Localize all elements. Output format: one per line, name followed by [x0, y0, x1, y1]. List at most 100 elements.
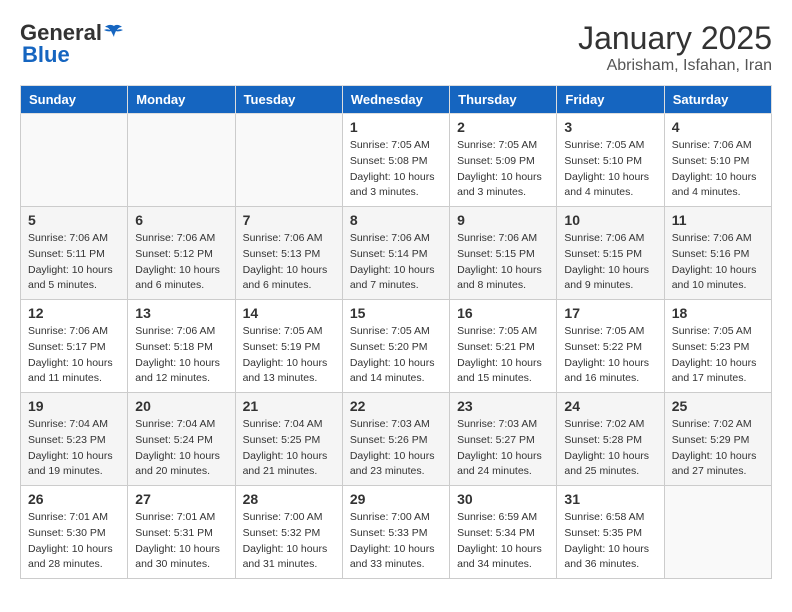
- day-info: Sunrise: 7:06 AMSunset: 5:13 PMDaylight:…: [243, 231, 335, 294]
- calendar-cell: 28Sunrise: 7:00 AMSunset: 5:32 PMDayligh…: [235, 486, 342, 579]
- day-number: 9: [457, 212, 549, 228]
- calendar-cell: 5 Sunrise: 7:06 AMSunset: 5:11 PMDaylight…: [21, 207, 128, 300]
- calendar-cell: 31 Sunrise: 6:58 AMSunset: 5:35 PMDayligh…: [557, 486, 664, 579]
- weekday-header-sunday: Sunday: [21, 86, 128, 114]
- day-number: 30: [457, 491, 549, 507]
- calendar-cell: [128, 114, 235, 207]
- day-info: Sunrise: 7:02 AMSunset: 5:29 PMDaylight:…: [672, 417, 764, 480]
- day-number: 29: [350, 491, 442, 507]
- logo: General Blue: [20, 20, 124, 68]
- day-number: 14: [243, 305, 335, 321]
- day-number: 25: [672, 398, 764, 414]
- day-info: Sunrise: 7:06 AMSunset: 5:18 PMDaylight:…: [135, 324, 227, 387]
- day-info: Sunrise: 7:04 AMSunset: 5:23 PMDaylight:…: [28, 417, 120, 480]
- calendar-cell: 18 Sunrise: 7:05 AMSunset: 5:23 PMDayligh…: [664, 300, 771, 393]
- day-number: 23: [457, 398, 549, 414]
- logo-bird-icon: [104, 24, 124, 42]
- day-info: Sunrise: 7:05 AMSunset: 5:19 PMDaylight:…: [243, 324, 335, 387]
- day-info: Sunrise: 6:59 AMSunset: 5:34 PMDaylight:…: [457, 510, 549, 573]
- calendar-cell: 6 Sunrise: 7:06 AMSunset: 5:12 PMDaylight…: [128, 207, 235, 300]
- logo-blue: Blue: [22, 42, 70, 68]
- day-info: Sunrise: 7:06 AMSunset: 5:17 PMDaylight:…: [28, 324, 120, 387]
- calendar-cell: 12 Sunrise: 7:06 AMSunset: 5:17 PMDayligh…: [21, 300, 128, 393]
- day-info: Sunrise: 7:03 AMSunset: 5:26 PMDaylight:…: [350, 417, 442, 480]
- calendar-cell: 9 Sunrise: 7:06 AMSunset: 5:15 PMDaylight…: [450, 207, 557, 300]
- calendar-subtitle: Abrisham, Isfahan, Iran: [578, 57, 772, 75]
- day-info: Sunrise: 7:06 AMSunset: 5:14 PMDaylight:…: [350, 231, 442, 294]
- calendar-title: January 2025: [578, 20, 772, 57]
- calendar-cell: 15 Sunrise: 7:05 AMSunset: 5:20 PMDayligh…: [342, 300, 449, 393]
- day-info: Sunrise: 7:05 AMSunset: 5:09 PMDaylight:…: [457, 138, 549, 201]
- day-number: 7: [243, 212, 335, 228]
- title-section: January 2025 Abrisham, Isfahan, Iran: [578, 20, 772, 75]
- day-info: Sunrise: 7:05 AMSunset: 5:22 PMDaylight:…: [564, 324, 656, 387]
- page-header: General Blue January 2025 Abrisham, Isfa…: [20, 20, 772, 75]
- day-number: 6: [135, 212, 227, 228]
- day-info: Sunrise: 7:00 AMSunset: 5:33 PMDaylight:…: [350, 510, 442, 573]
- calendar-cell: 11 Sunrise: 7:06 AMSunset: 5:16 PMDayligh…: [664, 207, 771, 300]
- day-number: 12: [28, 305, 120, 321]
- calendar-cell: 3 Sunrise: 7:05 AMSunset: 5:10 PMDaylight…: [557, 114, 664, 207]
- day-info: Sunrise: 7:06 AMSunset: 5:15 PMDaylight:…: [457, 231, 549, 294]
- day-info: Sunrise: 7:01 AMSunset: 5:31 PMDaylight:…: [135, 510, 227, 573]
- day-info: Sunrise: 7:03 AMSunset: 5:27 PMDaylight:…: [457, 417, 549, 480]
- calendar-cell: 29 Sunrise: 7:00 AMSunset: 5:33 PMDayligh…: [342, 486, 449, 579]
- calendar-cell: 23 Sunrise: 7:03 AMSunset: 5:27 PMDayligh…: [450, 393, 557, 486]
- calendar-cell: 10 Sunrise: 7:06 AMSunset: 5:15 PMDayligh…: [557, 207, 664, 300]
- day-info: Sunrise: 7:05 AMSunset: 5:08 PMDaylight:…: [350, 138, 442, 201]
- day-info: Sunrise: 7:05 AMSunset: 5:10 PMDaylight:…: [564, 138, 656, 201]
- day-number: 4: [672, 119, 764, 135]
- calendar-cell: 17Sunrise: 7:05 AMSunset: 5:22 PMDayligh…: [557, 300, 664, 393]
- day-number: 18: [672, 305, 764, 321]
- calendar-cell: 4Sunrise: 7:06 AMSunset: 5:10 PMDaylight…: [664, 114, 771, 207]
- weekday-header-friday: Friday: [557, 86, 664, 114]
- day-number: 10: [564, 212, 656, 228]
- day-info: Sunrise: 7:04 AMSunset: 5:24 PMDaylight:…: [135, 417, 227, 480]
- day-number: 11: [672, 212, 764, 228]
- calendar-cell: 21 Sunrise: 7:04 AMSunset: 5:25 PMDayligh…: [235, 393, 342, 486]
- day-info: Sunrise: 7:06 AMSunset: 5:16 PMDaylight:…: [672, 231, 764, 294]
- calendar-cell: 2Sunrise: 7:05 AMSunset: 5:09 PMDaylight…: [450, 114, 557, 207]
- day-info: Sunrise: 7:05 AMSunset: 5:23 PMDaylight:…: [672, 324, 764, 387]
- day-number: 27: [135, 491, 227, 507]
- calendar-cell: 20Sunrise: 7:04 AMSunset: 5:24 PMDayligh…: [128, 393, 235, 486]
- day-number: 31: [564, 491, 656, 507]
- calendar-cell: 19Sunrise: 7:04 AMSunset: 5:23 PMDayligh…: [21, 393, 128, 486]
- day-info: Sunrise: 7:06 AMSunset: 5:15 PMDaylight:…: [564, 231, 656, 294]
- calendar-cell: 7 Sunrise: 7:06 AMSunset: 5:13 PMDaylight…: [235, 207, 342, 300]
- calendar-cell: 27 Sunrise: 7:01 AMSunset: 5:31 PMDayligh…: [128, 486, 235, 579]
- calendar-cell: 8Sunrise: 7:06 AMSunset: 5:14 PMDaylight…: [342, 207, 449, 300]
- calendar-cell: [235, 114, 342, 207]
- calendar-week-row: 26 Sunrise: 7:01 AMSunset: 5:30 PMDayligh…: [21, 486, 772, 579]
- day-number: 3: [564, 119, 656, 135]
- day-number: 24: [564, 398, 656, 414]
- day-number: 1: [350, 119, 442, 135]
- day-number: 21: [243, 398, 335, 414]
- day-number: 5: [28, 212, 120, 228]
- day-info: Sunrise: 7:06 AMSunset: 5:11 PMDaylight:…: [28, 231, 120, 294]
- day-number: 15: [350, 305, 442, 321]
- day-info: Sunrise: 7:02 AMSunset: 5:28 PMDaylight:…: [564, 417, 656, 480]
- day-info: Sunrise: 7:05 AMSunset: 5:21 PMDaylight:…: [457, 324, 549, 387]
- calendar-week-row: 19Sunrise: 7:04 AMSunset: 5:23 PMDayligh…: [21, 393, 772, 486]
- day-number: 22: [350, 398, 442, 414]
- weekday-header-tuesday: Tuesday: [235, 86, 342, 114]
- calendar-cell: 30 Sunrise: 6:59 AMSunset: 5:34 PMDayligh…: [450, 486, 557, 579]
- day-info: Sunrise: 7:04 AMSunset: 5:25 PMDaylight:…: [243, 417, 335, 480]
- day-info: Sunrise: 6:58 AMSunset: 5:35 PMDaylight:…: [564, 510, 656, 573]
- day-info: Sunrise: 7:05 AMSunset: 5:20 PMDaylight:…: [350, 324, 442, 387]
- weekday-header-saturday: Saturday: [664, 86, 771, 114]
- calendar-cell: [21, 114, 128, 207]
- calendar-cell: 26 Sunrise: 7:01 AMSunset: 5:30 PMDayligh…: [21, 486, 128, 579]
- calendar-cell: 14 Sunrise: 7:05 AMSunset: 5:19 PMDayligh…: [235, 300, 342, 393]
- day-info: Sunrise: 7:06 AMSunset: 5:12 PMDaylight:…: [135, 231, 227, 294]
- day-info: Sunrise: 7:01 AMSunset: 5:30 PMDaylight:…: [28, 510, 120, 573]
- calendar-cell: 13 Sunrise: 7:06 AMSunset: 5:18 PMDayligh…: [128, 300, 235, 393]
- calendar-table: SundayMondayTuesdayWednesdayThursdayFrid…: [20, 85, 772, 579]
- day-number: 26: [28, 491, 120, 507]
- calendar-cell: 25 Sunrise: 7:02 AMSunset: 5:29 PMDayligh…: [664, 393, 771, 486]
- calendar-cell: 16Sunrise: 7:05 AMSunset: 5:21 PMDayligh…: [450, 300, 557, 393]
- calendar-cell: 22 Sunrise: 7:03 AMSunset: 5:26 PMDayligh…: [342, 393, 449, 486]
- calendar-cell: 24 Sunrise: 7:02 AMSunset: 5:28 PMDayligh…: [557, 393, 664, 486]
- day-number: 13: [135, 305, 227, 321]
